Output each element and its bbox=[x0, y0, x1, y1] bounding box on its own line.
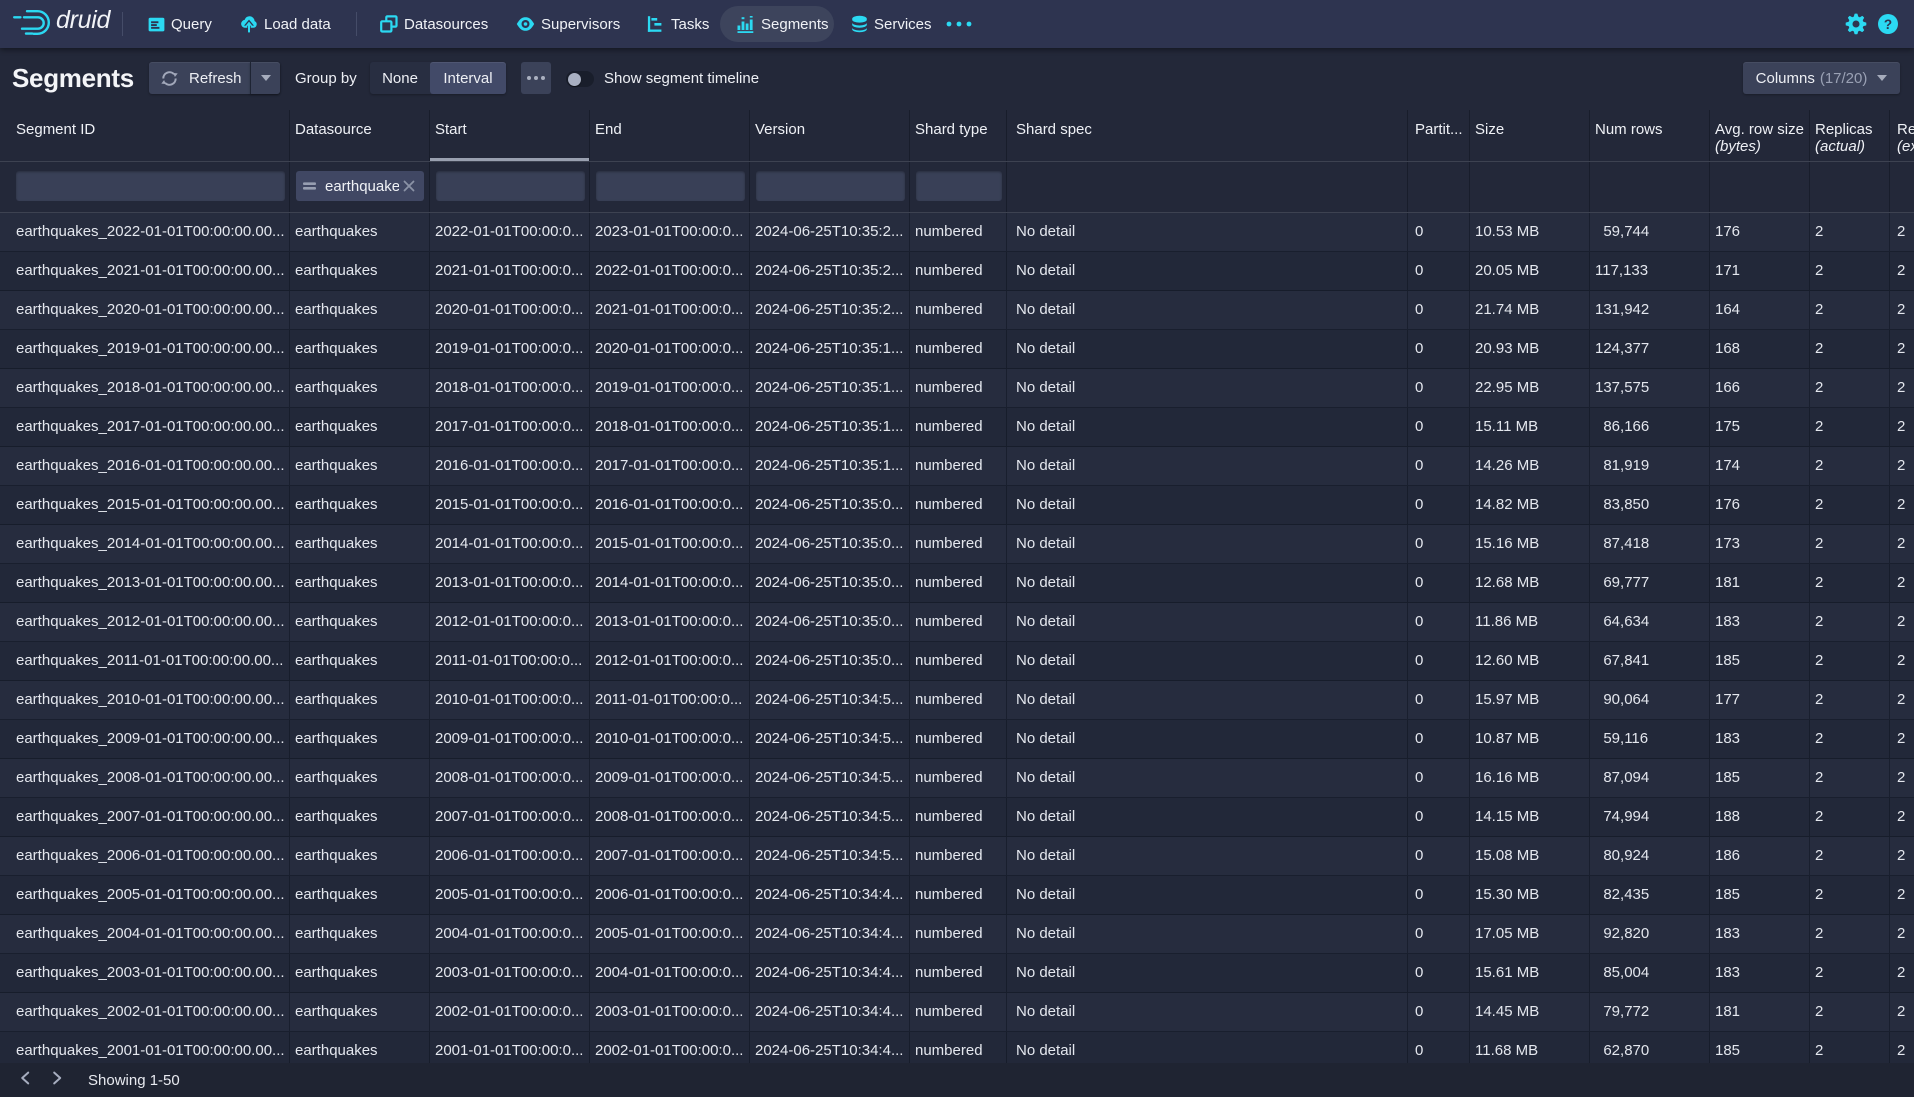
svg-text:?: ? bbox=[1884, 17, 1892, 32]
